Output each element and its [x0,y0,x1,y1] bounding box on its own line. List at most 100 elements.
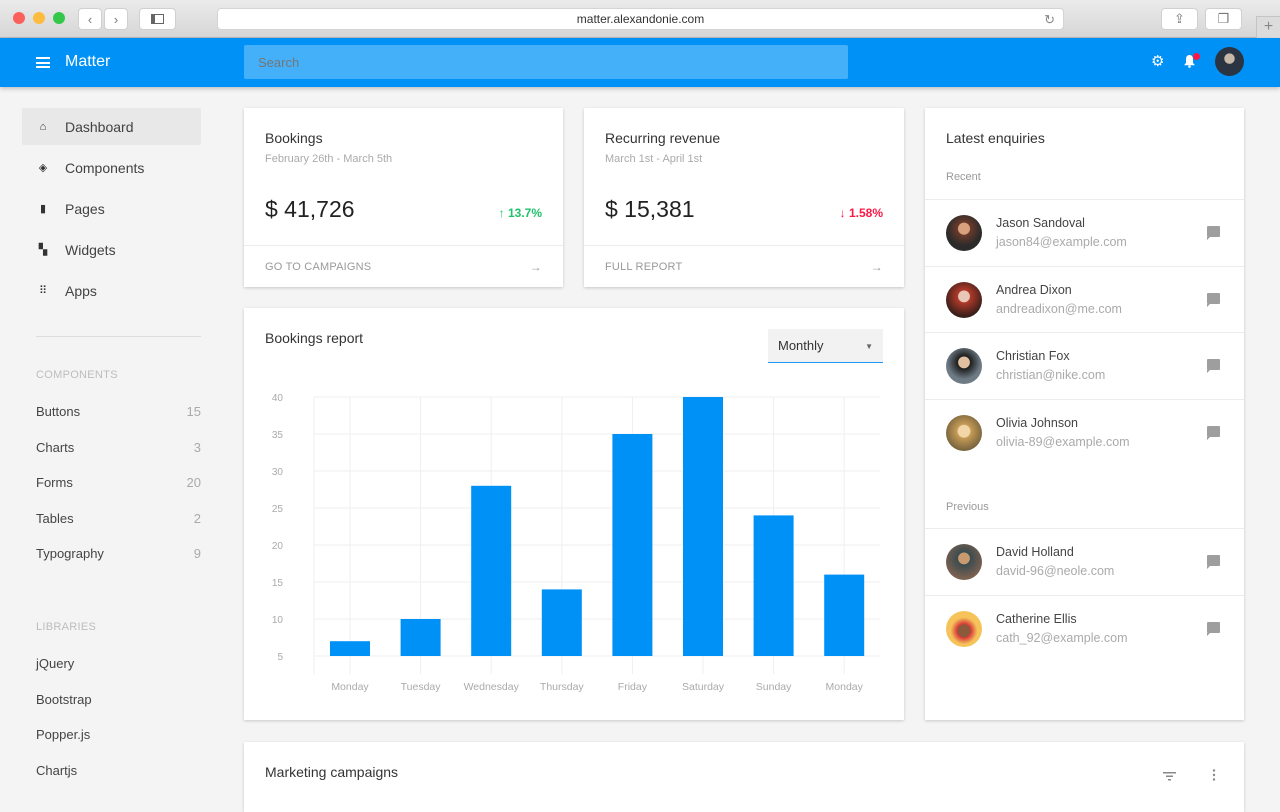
y-tick-label: 40 [272,393,284,404]
x-tick-label: Saturday [682,681,725,693]
forward-button[interactable]: › [104,8,128,30]
x-tick-label: Sunday [756,681,792,693]
sidebar-item-label: Dashboard [65,118,134,135]
user-avatar[interactable] [1215,47,1244,76]
link-label: FULL REPORT [605,260,683,273]
item-label: Charts [36,440,75,455]
enquiry-name: Olivia Johnson [996,415,1078,430]
card-title: Latest enquiries [946,130,1045,146]
bar-wednesday[interactable] [471,485,512,656]
change-indicator: ↑ 13.7% [498,206,542,220]
minimize-window-button[interactable] [33,12,45,24]
item-count: 9 [193,546,201,561]
bar-saturday[interactable] [683,397,723,656]
enquiry-row[interactable]: Christian Fox christian@nike.com [925,332,1244,398]
x-tick-label: Monday [331,681,369,693]
sidebar-item-tables[interactable]: Tables 2 [36,511,201,526]
share-button[interactable]: ⇪ [1161,8,1198,30]
sidebar-item-bootstrap[interactable]: Bootstrap [36,692,201,707]
item-label: Forms [36,475,73,490]
enquiry-name: David Holland [996,545,1074,559]
sidebar-item-components[interactable]: ◈ Components [22,149,201,186]
item-label: jQuery [36,656,75,671]
sidebar-item-forms[interactable]: Forms 20 [36,475,201,490]
marketing-campaigns-card: Marketing campaigns [244,742,1244,812]
more-vert-icon[interactable] [1212,768,1216,786]
sidebar-item-buttons[interactable]: Buttons 15 [36,404,201,419]
sidebar-item-chartjs[interactable]: Chartjs [36,763,201,778]
enquiry-row[interactable]: Olivia Johnson olivia-89@example.com [925,398,1244,465]
bar-sunday[interactable] [753,515,794,656]
message-icon[interactable] [1207,226,1220,240]
bookings-card: Bookings February 26th - March 5th $ 41,… [244,108,563,287]
sidebar-divider [36,336,201,337]
item-label: Tables [36,511,74,526]
sidebar-item-jquery[interactable]: jQuery [36,656,201,671]
bar-thursday[interactable] [541,589,582,656]
message-icon[interactable] [1207,292,1220,307]
bar-tuesday[interactable] [400,619,441,656]
sidebar-item-label: Components [65,159,145,176]
sidebar-item-dashboard[interactable]: ⌂ Dashboard [22,108,201,145]
enquiry-name: Catherine Ellis [996,611,1077,626]
new-tab-button[interactable]: + [1256,16,1280,38]
arrow-right-icon: → [529,259,542,274]
enquiry-row[interactable]: David Holland david-96@neole.com [925,528,1244,594]
address-bar[interactable]: matter.alexandonie.com ↻ [217,8,1064,30]
tabs-button[interactable]: ❐ [1205,8,1242,30]
back-button[interactable]: ‹ [78,8,102,30]
bar-monday-2[interactable] [824,574,865,656]
enquiry-row[interactable]: Catherine Ellis cath_92@example.com [925,594,1244,661]
enquiry-row[interactable]: Jason Sandoval jason84@example.com [925,199,1244,265]
app-header: Matter [0,38,1280,87]
y-tick-label: 35 [272,430,284,441]
item-count: 15 [186,404,201,419]
sidebar-item-label: Apps [65,282,97,299]
url-text: matter.alexandonie.com [576,12,705,26]
gear-icon[interactable]: ⚙ [1151,54,1164,70]
close-window-button[interactable] [13,12,25,24]
layers-icon: ◈ [38,162,48,174]
browser-toolbar: ‹ › matter.alexandonie.com ↻ ⇪ ❐ + [0,0,1280,38]
enquiry-name: Christian Fox [996,349,1070,363]
avatar [946,414,982,451]
search-input[interactable] [244,45,848,79]
sidebar-toggle-button[interactable] [139,8,176,30]
stat-value: $ 15,381 [605,196,695,222]
menu-icon[interactable] [36,57,50,68]
message-icon[interactable] [1207,621,1220,636]
sidebar-item-pages[interactable]: ▮ Pages [22,190,201,227]
x-tick-label: Tuesday [401,681,442,693]
share-icon: ⇪ [1174,11,1185,26]
y-tick-label: 30 [272,467,284,478]
apps-grid-icon: ⠿ [38,285,48,297]
reload-icon[interactable]: ↻ [1044,12,1055,28]
sidebar-item-apps[interactable]: ⠿ Apps [22,272,201,309]
bar-friday[interactable] [612,434,653,656]
sidebar-item-widgets[interactable]: ▚ Widgets [22,231,201,268]
message-icon[interactable] [1207,359,1220,373]
bar-monday[interactable] [330,641,370,656]
filter-icon[interactable] [1163,768,1176,786]
item-label: Bootstrap [36,692,92,707]
y-tick-label: 20 [272,541,284,552]
enquiry-email: david-96@neole.com [996,564,1115,578]
maximize-window-button[interactable] [53,12,65,24]
full-report-link[interactable]: FULL REPORT → [584,245,904,287]
sidebar-item-charts[interactable]: Charts 3 [36,440,201,455]
sidebar: ⌂ Dashboard ◈ Components ▮ Pages ▚ Widge… [0,88,222,800]
item-count: 2 [193,511,201,526]
enquiry-email: andreadixon@me.com [996,301,1122,316]
y-tick-label: 5 [277,652,283,663]
avatar [946,610,982,647]
go-to-campaigns-link[interactable]: GO TO CAMPAIGNS → [244,245,563,287]
sidebar-item-popperjs[interactable]: Popper.js [36,727,201,742]
x-tick-label: Wednesday [464,681,520,693]
message-icon[interactable] [1207,555,1220,569]
components-section-title: COMPONENTS [36,369,118,381]
message-icon[interactable] [1207,425,1220,440]
sidebar-item-typography[interactable]: Typography 9 [36,546,201,561]
avatar [946,348,982,384]
avatar [946,281,982,318]
enquiry-row[interactable]: Andrea Dixon andreadixon@me.com [925,265,1244,332]
